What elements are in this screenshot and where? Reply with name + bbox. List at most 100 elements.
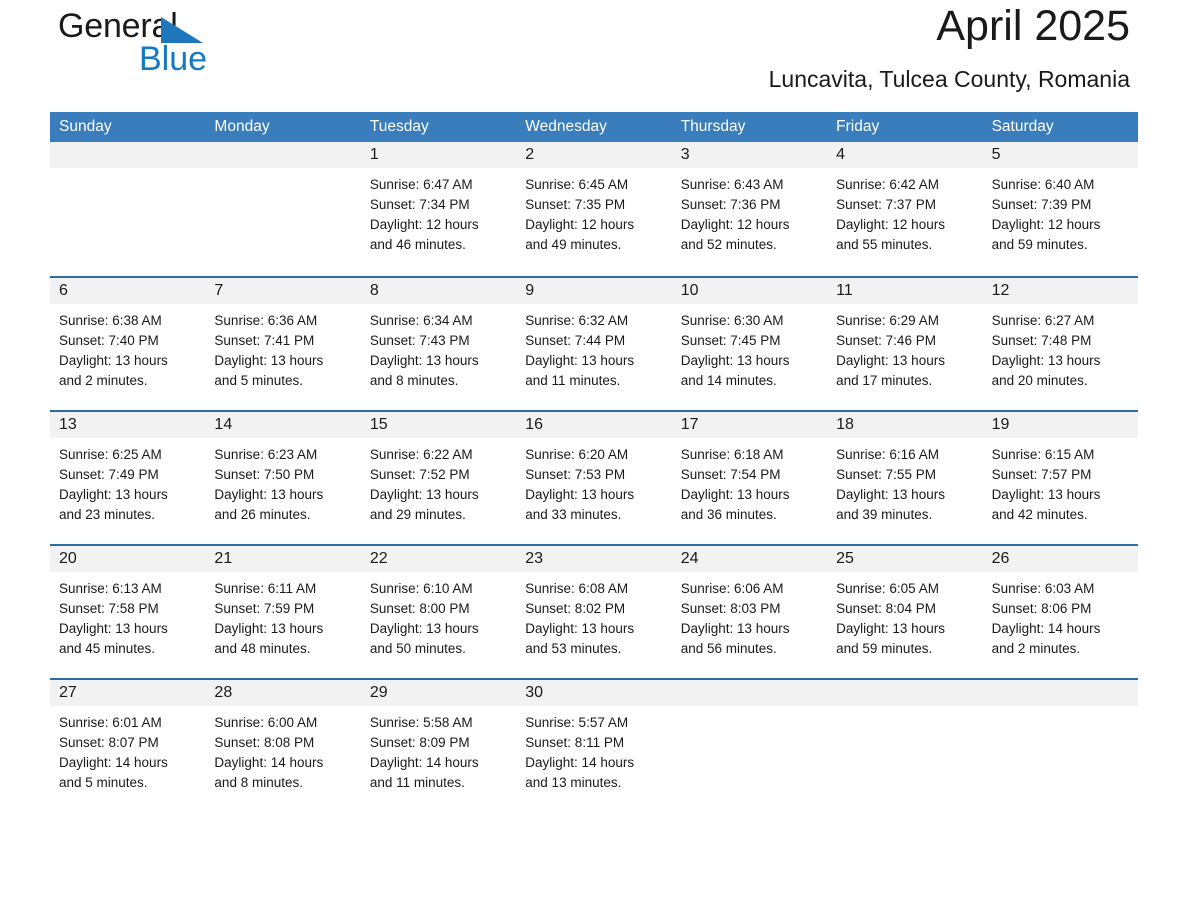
weekday-header-row: Sunday Monday Tuesday Wednesday Thursday… bbox=[50, 112, 1138, 142]
daylight-text-line1: Daylight: 14 hours bbox=[59, 755, 168, 770]
general-blue-logo[interactable]: General Blue bbox=[58, 8, 288, 88]
sunset-text: Sunset: 7:54 PM bbox=[680, 467, 781, 482]
calendar-day-cell[interactable]: 21 Sunrise: 6:11 AM Sunset: 7:59 PM Dayligh… bbox=[205, 546, 361, 671]
sunset-text: Sunset: 7:58 PM bbox=[59, 601, 159, 616]
calendar-day-cell[interactable]: 17 Sunrise: 6:18 AM Sunset: 7:54 PM Dayligh… bbox=[671, 412, 828, 537]
day-number-band: 23 bbox=[516, 546, 672, 572]
sunrise-text: Sunrise: 6:32 AM bbox=[525, 313, 629, 328]
daylight-text-line2: and 36 minutes. bbox=[680, 507, 777, 522]
daylight-text-line2: and 8 minutes. bbox=[214, 775, 303, 790]
calendar-day-cell[interactable]: 8 Sunrise: 6:34 AM Sunset: 7:43 PM Daylight… bbox=[360, 278, 517, 403]
calendar-weeks: 1 Sunrise: 6:47 AM Sunset: 7:34 PM Daylight… bbox=[50, 142, 1138, 805]
day-number: 18 bbox=[836, 416, 854, 433]
sunrise-text: Sunrise: 6:00 AM bbox=[214, 715, 318, 730]
calendar-week-row: 27 Sunrise: 6:01 AM Sunset: 8:07 PM Dayligh… bbox=[50, 678, 1138, 805]
calendar-day-cell[interactable]: 15 Sunrise: 6:22 AM Sunset: 7:52 PM Dayligh… bbox=[360, 412, 517, 537]
calendar-day-cell[interactable]: 10 Sunrise: 6:30 AM Sunset: 7:45 PM Dayligh… bbox=[671, 278, 828, 403]
calendar-day-cell[interactable]: 28 Sunrise: 6:00 AM Sunset: 8:08 PM Dayligh… bbox=[205, 680, 361, 805]
calendar-day-cell[interactable]: 7 Sunrise: 6:36 AM Sunset: 7:41 PM Daylight… bbox=[205, 278, 361, 403]
daylight-text-line1: Daylight: 13 hours bbox=[59, 621, 168, 636]
sunrise-text: Sunrise: 6:38 AM bbox=[59, 313, 162, 328]
daylight-text-line2: and 52 minutes. bbox=[680, 237, 777, 252]
day-number-band: 27 bbox=[50, 680, 206, 706]
day-sun-info: Sunrise: 6:08 AM Sunset: 8:02 PM Daylight:… bbox=[516, 572, 671, 659]
daylight-text-line1: Daylight: 12 hours bbox=[369, 217, 479, 232]
day-number-band: 12 bbox=[982, 278, 1138, 304]
daylight-text-line2: and 49 minutes. bbox=[525, 237, 622, 252]
calendar-day-cell[interactable]: 29 Sunrise: 5:58 AM Sunset: 8:09 PM Dayligh… bbox=[360, 680, 517, 805]
day-number-band: 20 bbox=[50, 546, 206, 572]
sunrise-text: Sunrise: 6:40 AM bbox=[991, 177, 1095, 192]
calendar-week-row: 13 Sunrise: 6:25 AM Sunset: 7:49 PM Dayligh… bbox=[50, 410, 1138, 537]
calendar-day-cell[interactable]: 1 Sunrise: 6:47 AM Sunset: 7:34 PM Daylight… bbox=[360, 142, 517, 269]
calendar-day-cell[interactable]: 23 Sunrise: 6:08 AM Sunset: 8:02 PM Dayligh… bbox=[516, 546, 672, 671]
sunrise-text: Sunrise: 6:03 AM bbox=[991, 581, 1095, 596]
weekday-header-sunday: Sunday bbox=[59, 118, 112, 135]
page-subtitle: Luncavita, Tulcea County, Romania bbox=[768, 66, 1130, 92]
daylight-text-line1: Daylight: 13 hours bbox=[214, 621, 324, 636]
calendar-day-cell[interactable]: 18 Sunrise: 6:16 AM Sunset: 7:55 PM Dayligh… bbox=[827, 412, 983, 537]
day-sun-info: Sunrise: 6:15 AM Sunset: 7:57 PM Daylight:… bbox=[983, 438, 1138, 525]
day-number-band: 14 bbox=[205, 412, 361, 438]
day-number: 26 bbox=[991, 550, 1010, 567]
sunrise-text: Sunrise: 5:57 AM bbox=[525, 715, 629, 730]
calendar-day-cell[interactable]: 14 Sunrise: 6:23 AM Sunset: 7:50 PM Dayligh… bbox=[205, 412, 361, 537]
calendar-day-cell[interactable]: 9 Sunrise: 6:32 AM Sunset: 7:44 PM Daylight… bbox=[516, 278, 672, 403]
daylight-text-line2: and 42 minutes. bbox=[991, 507, 1088, 522]
daylight-text-line2: and 56 minutes. bbox=[680, 641, 777, 656]
day-number: 2 bbox=[525, 146, 535, 163]
sunrise-text: Sunrise: 6:22 AM bbox=[369, 447, 473, 462]
daylight-text-line1: Daylight: 13 hours bbox=[680, 621, 790, 636]
day-sun-info: Sunrise: 6:45 AM Sunset: 7:35 PM Daylight:… bbox=[516, 168, 671, 255]
daylight-text-line2: and 29 minutes. bbox=[369, 507, 466, 522]
calendar-day-cell[interactable]: 12 Sunrise: 6:27 AM Sunset: 7:48 PM Dayligh… bbox=[982, 278, 1138, 403]
day-number-band: 3 bbox=[671, 142, 828, 168]
calendar-day-cell[interactable]: 16 Sunrise: 6:20 AM Sunset: 7:53 PM Dayligh… bbox=[516, 412, 672, 537]
day-number: 16 bbox=[525, 416, 544, 433]
calendar-day-cell[interactable]: 25 Sunrise: 6:05 AM Sunset: 8:04 PM Dayligh… bbox=[827, 546, 983, 671]
day-number-band: 10 bbox=[671, 278, 828, 304]
calendar-day-cell[interactable]: 2 Sunrise: 6:45 AM Sunset: 7:35 PM Daylight… bbox=[516, 142, 672, 269]
daylight-text-line2: and 2 minutes. bbox=[59, 373, 148, 388]
day-number: 13 bbox=[59, 416, 77, 433]
calendar-day-cell[interactable]: 4 Sunrise: 6:42 AM Sunset: 7:37 PM Daylight… bbox=[827, 142, 983, 269]
page-header: General Blue April 2025 Luncavita, Tulce… bbox=[50, 0, 1138, 110]
day-sun-info: Sunrise: 5:58 AM Sunset: 8:09 PM Daylight:… bbox=[361, 706, 516, 793]
calendar-day-cell[interactable]: 22 Sunrise: 6:10 AM Sunset: 8:00 PM Dayligh… bbox=[360, 546, 517, 671]
calendar-day-cell[interactable]: 30 Sunrise: 5:57 AM Sunset: 8:11 PM Dayligh… bbox=[516, 680, 672, 805]
daylight-text-line1: Daylight: 14 hours bbox=[369, 755, 479, 770]
calendar-day-cell[interactable]: 3 Sunrise: 6:43 AM Sunset: 7:36 PM Daylight… bbox=[671, 142, 828, 269]
sunrise-text: Sunrise: 6:34 AM bbox=[369, 313, 473, 328]
day-number: 8 bbox=[369, 282, 379, 299]
day-sun-info: Sunrise: 6:34 AM Sunset: 7:43 PM Daylight:… bbox=[361, 304, 516, 391]
daylight-text-line1: Daylight: 14 hours bbox=[991, 621, 1101, 636]
daylight-text-line2: and 50 minutes. bbox=[369, 641, 466, 656]
day-number: 1 bbox=[369, 146, 379, 163]
calendar-day-cell[interactable]: 6 Sunrise: 6:38 AM Sunset: 7:40 PM Daylight… bbox=[50, 278, 206, 403]
day-sun-info: Sunrise: 6:20 AM Sunset: 7:53 PM Daylight:… bbox=[516, 438, 671, 525]
day-number-band: 25 bbox=[827, 546, 983, 572]
calendar-day-cell[interactable]: 27 Sunrise: 6:01 AM Sunset: 8:07 PM Dayligh… bbox=[50, 680, 206, 805]
calendar-day-cell[interactable]: 19 Sunrise: 6:15 AM Sunset: 7:57 PM Dayligh… bbox=[982, 412, 1138, 537]
calendar-day-cell[interactable]: 13 Sunrise: 6:25 AM Sunset: 7:49 PM Dayligh… bbox=[50, 412, 206, 537]
day-number-band: 11 bbox=[827, 278, 983, 304]
weekday-header-saturday: Saturday bbox=[991, 118, 1054, 135]
daylight-text-line1: Daylight: 13 hours bbox=[369, 621, 479, 636]
calendar-day-cell[interactable]: 5 Sunrise: 6:40 AM Sunset: 7:39 PM Daylight… bbox=[982, 142, 1138, 269]
daylight-text-line2: and 13 minutes. bbox=[525, 775, 622, 790]
daylight-text-line1: Daylight: 13 hours bbox=[991, 487, 1101, 502]
day-number-band: 13 bbox=[50, 412, 206, 438]
day-number: 4 bbox=[836, 146, 846, 163]
sunrise-text: Sunrise: 6:42 AM bbox=[836, 177, 939, 192]
sunset-text: Sunset: 7:41 PM bbox=[214, 333, 315, 348]
calendar-day-cell[interactable]: 11 Sunrise: 6:29 AM Sunset: 7:46 PM Dayligh… bbox=[827, 278, 983, 403]
sunrise-text: Sunrise: 6:45 AM bbox=[525, 177, 629, 192]
weekday-header-monday: Monday bbox=[214, 118, 270, 135]
daylight-text-line1: Daylight: 14 hours bbox=[525, 755, 635, 770]
logo-text-blue: Blue bbox=[139, 40, 208, 78]
daylight-text-line1: Daylight: 13 hours bbox=[836, 487, 945, 502]
calendar-day-cell[interactable]: 24 Sunrise: 6:06 AM Sunset: 8:03 PM Dayligh… bbox=[671, 546, 828, 671]
day-number: 3 bbox=[680, 146, 690, 163]
calendar-day-cell[interactable]: 26 Sunrise: 6:03 AM Sunset: 8:06 PM Dayligh… bbox=[982, 546, 1138, 671]
calendar-day-cell[interactable]: 20 Sunrise: 6:13 AM Sunset: 7:58 PM Dayligh… bbox=[50, 546, 206, 671]
